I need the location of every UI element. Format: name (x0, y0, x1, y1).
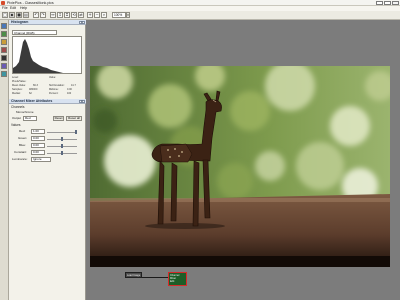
zoom-fit-icon[interactable]: ⌕ (101, 12, 107, 18)
histogram-chart (12, 36, 82, 74)
constant-slider-thumb[interactable] (61, 151, 63, 155)
photo-image (90, 66, 390, 267)
output-select[interactable]: Red (23, 116, 37, 121)
stat-percent-value: 100 (67, 92, 72, 95)
constant-field[interactable]: 0.00 (31, 150, 45, 155)
histogram-panel-header: Histogram ⊞ (9, 20, 86, 25)
blue-label: Blue: (19, 143, 26, 147)
minimize-button[interactable] (376, 1, 383, 5)
channel-mixer-node-sub2: Edit (170, 279, 175, 283)
toolbar: □ ▣ ■ ▤ ↶ ↷ ↔ ↕ ⌗ ⟲ ⇄ + − ⌕ 100% ▾ (0, 11, 400, 20)
blue-field[interactable]: 0.00 (31, 143, 45, 148)
mask-tool-icon[interactable] (1, 55, 7, 61)
redo-icon[interactable]: ↷ (40, 12, 46, 18)
stat-pixels-label: Pixels/Value: (12, 80, 27, 83)
stat-samples-value: 480000 (29, 88, 38, 91)
photo-scene (90, 66, 390, 267)
layers-tool-icon[interactable] (1, 63, 7, 69)
zoom-out-icon[interactable]: − (94, 12, 100, 18)
chevron-down-icon[interactable]: ▾ (126, 12, 130, 18)
stat-mean-value: 66.3 (33, 84, 38, 87)
stat-value-label: Value: (49, 76, 56, 79)
histogram-svg (13, 39, 63, 73)
channels-section-label: Channels (11, 105, 25, 109)
green-label: Green: (18, 136, 28, 140)
red-slider-thumb[interactable] (75, 130, 77, 134)
stat-std-value: 41.7 (71, 84, 76, 87)
maximize-button[interactable] (384, 1, 391, 5)
fit-width-icon[interactable]: ↔ (50, 12, 56, 18)
close-button[interactable] (392, 1, 399, 5)
open-folder-icon[interactable]: ▣ (9, 12, 15, 18)
color-tool-icon[interactable] (1, 31, 7, 37)
rotate-icon[interactable]: ⟲ (71, 12, 77, 18)
stat-std-label: Std Deviation: (49, 84, 65, 87)
attributes-panel: Histogram ⊞ Channel (RGB) Level: Value: … (9, 20, 86, 300)
green-field[interactable]: 0.00 (31, 136, 45, 141)
stat-samples-label: Samples: (12, 88, 23, 91)
save-icon[interactable]: ■ (16, 12, 22, 18)
undo-icon[interactable]: ↶ (33, 12, 39, 18)
left-tool-strip (0, 20, 9, 300)
load-image-node[interactable]: Load Image (125, 272, 142, 278)
zoom-select[interactable]: 100% (112, 12, 126, 18)
stat-level-label: Level: (12, 76, 19, 79)
monochrome-label: Monochrome (16, 110, 34, 114)
settings-tool-icon[interactable] (1, 71, 7, 77)
reset-button[interactable]: Reset (53, 116, 64, 121)
values-section-label: Values (11, 123, 21, 127)
blue-slider-thumb[interactable] (61, 144, 63, 148)
node-connection (142, 277, 169, 278)
load-image-node-label: Load Image (127, 273, 141, 277)
crop-icon[interactable]: ⌗ (64, 12, 70, 18)
stat-midtone-value: 0.00 (67, 88, 72, 91)
histogram-tool-icon[interactable] (1, 23, 7, 29)
histogram-channel-select[interactable]: Channel (RGB) (12, 30, 57, 35)
pin-icon[interactable]: ⊞ (79, 20, 85, 24)
stat-median-value: 62 (29, 92, 32, 95)
stat-midtone-label: Midtone: (49, 88, 59, 91)
constant-label: Constant: (14, 150, 27, 154)
adjust-tool-icon[interactable] (1, 39, 7, 45)
filter-tool-icon[interactable] (1, 47, 7, 53)
fit-height-icon[interactable]: ↕ (57, 12, 63, 18)
pin-icon[interactable]: ⊞ (79, 99, 85, 103)
histogram-panel-title: Histogram (11, 20, 29, 24)
luminance-select[interactable]: Ignore (31, 157, 51, 162)
luminance-label: Luminance: (12, 157, 28, 161)
print-icon[interactable]: ▤ (23, 12, 29, 18)
stat-percent-label: Percent: (49, 92, 59, 95)
output-label: Output (12, 116, 22, 120)
green-slider-thumb[interactable] (61, 137, 63, 141)
canvas-area: Load Image Channel Mixer Edit (86, 20, 400, 300)
red-field[interactable]: 1.00 (31, 129, 45, 134)
reset-all-button[interactable]: Reset all (66, 116, 82, 121)
stat-mean-label: Mean Value: (12, 84, 26, 87)
stat-median-label: Median: (12, 92, 21, 95)
channel-panel-header: Channel Mixer Attributes ⊞ (9, 99, 86, 104)
zoom-in-icon[interactable]: + (87, 12, 93, 18)
red-slider-track (47, 132, 77, 133)
new-icon[interactable]: □ (2, 12, 8, 18)
app-icon (1, 1, 5, 5)
channel-mixer-node[interactable]: Channel Mixer Edit (168, 272, 187, 286)
channel-panel-title: Channel Mixer Attributes (11, 99, 53, 103)
flip-icon[interactable]: ⇄ (78, 12, 84, 18)
red-label: Red: (19, 129, 26, 133)
